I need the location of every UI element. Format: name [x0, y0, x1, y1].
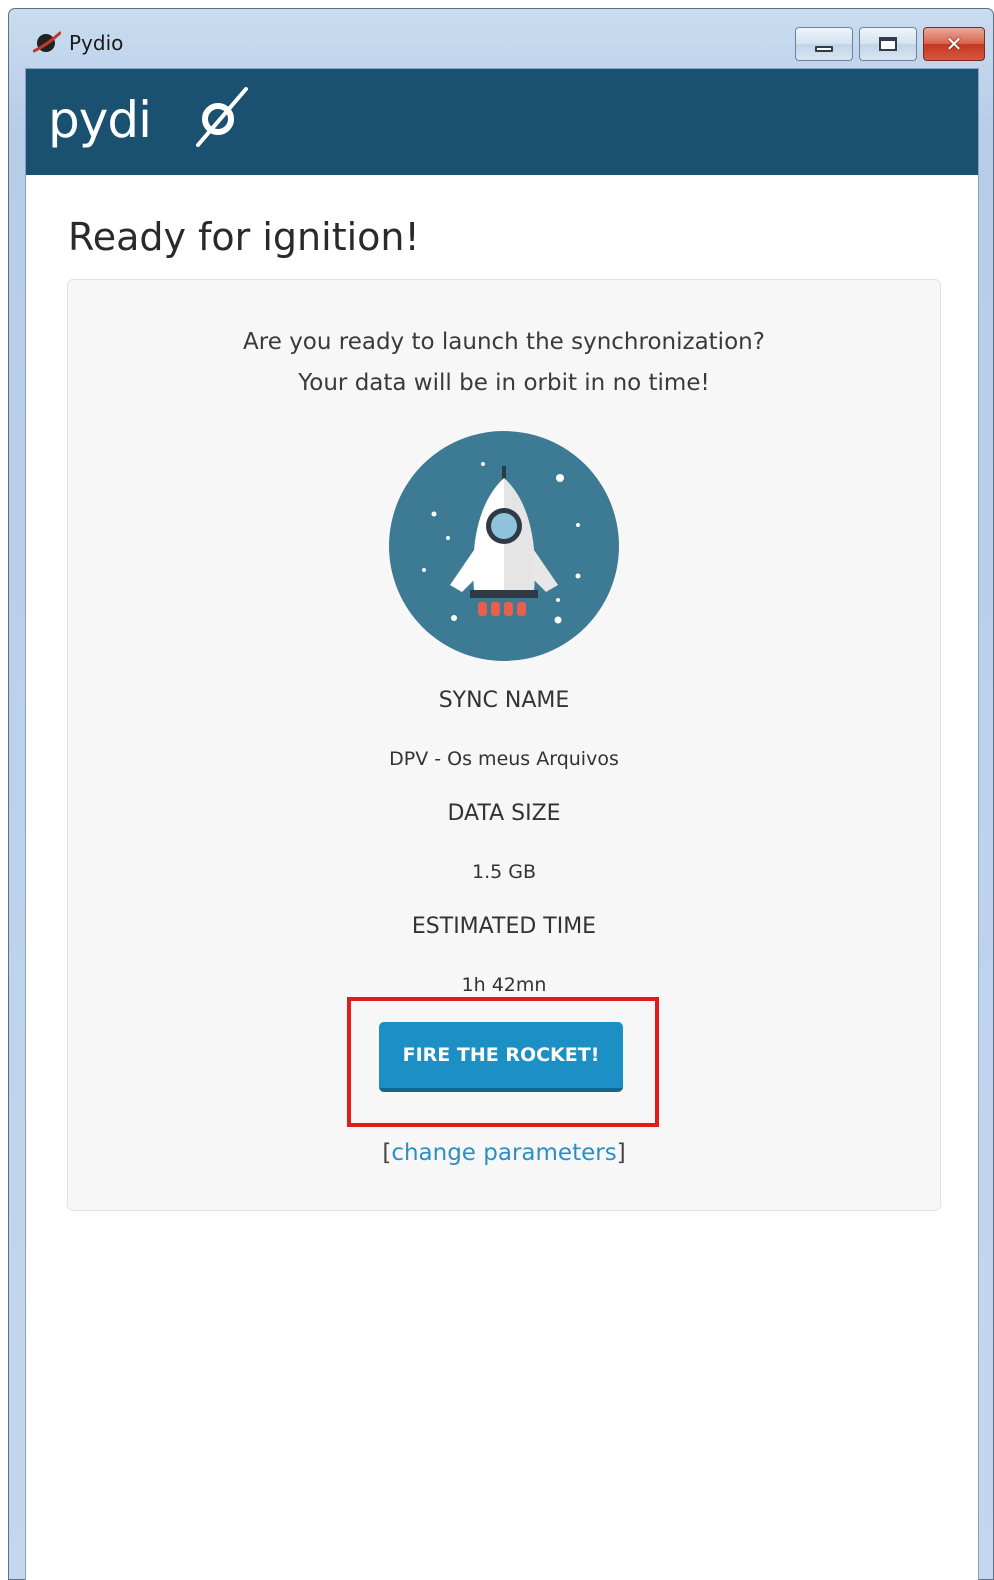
data-size-label: DATA SIZE: [447, 801, 561, 826]
pydio-planet-icon: [33, 31, 61, 53]
app-window: Pydio ✕ pydi Ready for ignition! Are you…: [8, 8, 994, 1580]
bracket-close: ]: [616, 1140, 626, 1166]
intro-line-2: Your data will be in orbit in no time!: [298, 370, 710, 396]
maximize-button[interactable]: [859, 27, 917, 61]
bracket-open: [: [382, 1140, 392, 1166]
close-button[interactable]: ✕: [923, 27, 985, 61]
svg-text:pydi: pydi: [48, 91, 151, 149]
fire-the-rocket-button[interactable]: FIRE THE ROCKET!: [379, 1022, 623, 1092]
sync-name-label: SYNC NAME: [438, 688, 570, 713]
title-bar[interactable]: Pydio ✕: [9, 9, 993, 67]
close-icon: ✕: [945, 32, 963, 56]
pydio-logo: pydi: [48, 87, 248, 149]
sync-name-value: DPV - Os meus Arquivos: [389, 748, 619, 770]
summary-panel: Are you ready to launch the synchronizat…: [67, 279, 941, 1211]
app-content: pydi Ready for ignition! Are you ready t…: [25, 68, 979, 1580]
page-title: Ready for ignition!: [68, 215, 420, 259]
maximize-icon: [879, 37, 897, 51]
estimated-time-value: 1h 42mn: [461, 974, 547, 996]
window-title: Pydio: [69, 31, 124, 55]
data-size-value: 1.5 GB: [471, 861, 536, 883]
intro-text: Are you ready to launch the synchronizat…: [68, 322, 940, 404]
minimize-icon: [815, 46, 833, 52]
header-bar: pydi: [26, 69, 978, 175]
minimize-button[interactable]: [795, 27, 853, 61]
change-parameters-link[interactable]: change parameters: [391, 1140, 616, 1166]
change-parameters: [change parameters]: [68, 1140, 940, 1166]
intro-line-1: Are you ready to launch the synchronizat…: [243, 329, 765, 355]
caption-buttons: ✕: [795, 27, 985, 61]
rocket-illustration: [389, 431, 619, 661]
estimated-time-label: ESTIMATED TIME: [411, 914, 597, 939]
